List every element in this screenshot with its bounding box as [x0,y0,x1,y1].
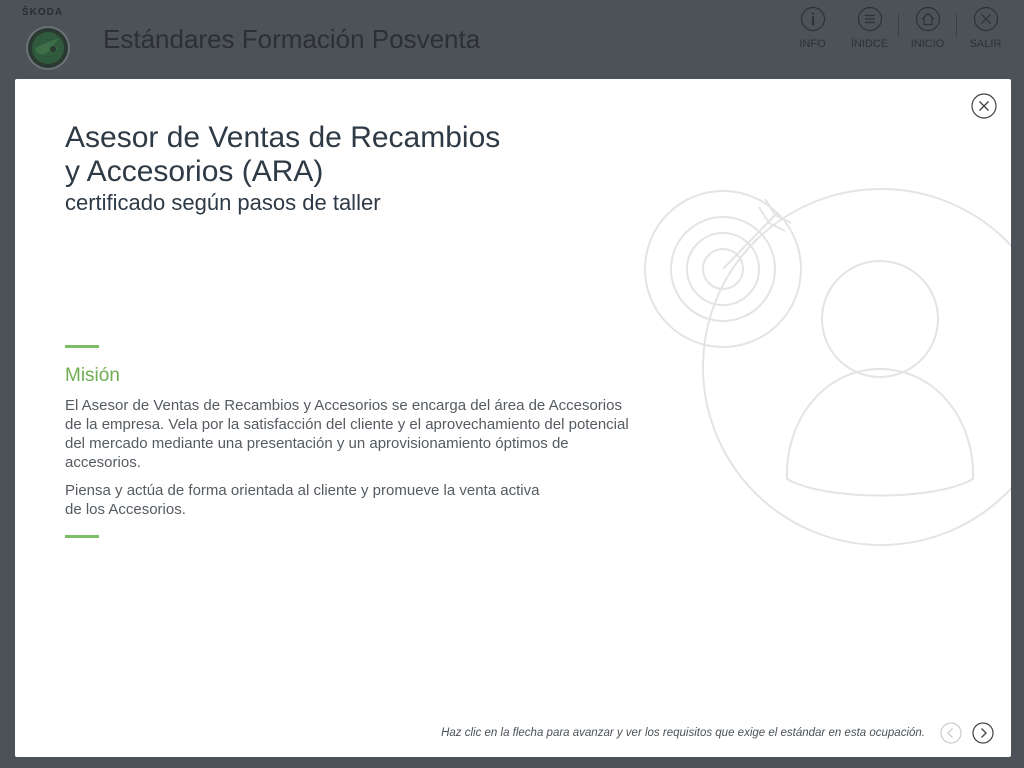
info-label: INFO [799,38,826,50]
next-arrow-button[interactable] [972,722,994,744]
exit-button[interactable]: SALIR [957,6,1014,54]
person-with-target-icon [644,188,1011,546]
page-title-line2: y Accesorios (ARA) [65,155,324,188]
previous-arrow-button[interactable] [940,722,962,744]
home-icon [915,6,941,32]
home-button[interactable]: INICIO [899,6,956,54]
section-divider-top [65,345,99,348]
skoda-logo-icon [26,26,70,70]
top-navigation: INFO ÍNIDCE INICIO SALIR [784,6,1014,56]
page-subtitle: certificado según pasos de taller [65,190,381,215]
list-icon [857,6,883,32]
section-title: Misión [65,365,120,386]
home-label: INICIO [910,38,945,50]
section-divider-bottom [65,535,99,538]
index-button[interactable]: ÍNIDCE [841,6,898,54]
navigation-hint: Haz clic en la flecha para avanzar y ver… [441,727,925,739]
index-label: ÍNIDCE [850,38,889,50]
exit-label: SALIR [969,38,1002,50]
mission-paragraph-2: Piensa y actúa de forma orientada al cli… [65,482,540,518]
info-button[interactable]: INFO [784,6,841,54]
brand-wordmark: ŠKODA [22,7,64,18]
heading-block: Asesor de Ventas de Recambios y Accesori… [65,121,625,217]
role-detail-modal: Asesor de Ventas de Recambios y Accesori… [15,79,1011,757]
top-bar: ŠKODA Estándares Formación Posventa INFO… [0,0,1024,76]
mission-paragraph: El Asesor de Ventas de Recambios y Acces… [65,397,629,471]
app-title: Estándares Formación Posventa [103,24,481,54]
info-icon [800,6,826,32]
modal-close-button[interactable] [971,93,997,119]
page-title-line1: Asesor de Ventas de Recambios [65,121,501,154]
close-icon [973,6,999,32]
